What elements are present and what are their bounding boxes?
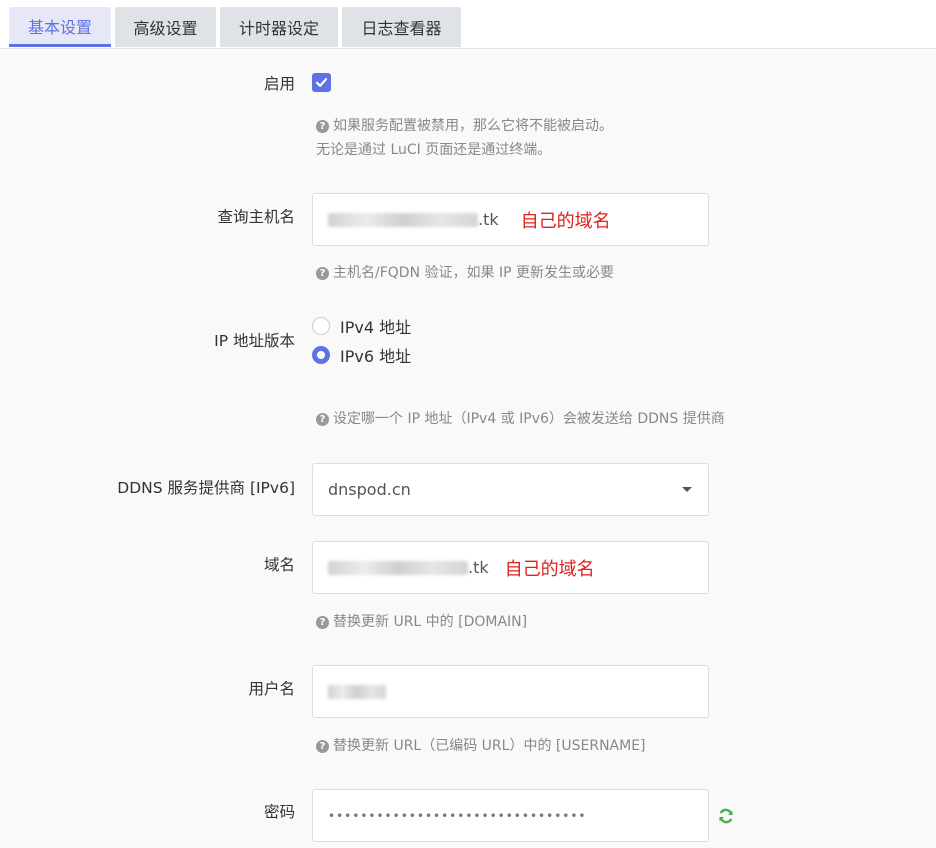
radio-ipv6[interactable]: IPv6 地址	[312, 343, 411, 367]
provider-select[interactable]: dnspod.cn	[312, 463, 709, 516]
enable-help: ? 如果服务配置被禁用，那么它将不能被启动。 无论是通过 LuCI 页面还是通过终…	[316, 114, 613, 162]
checkmark-icon	[315, 78, 328, 87]
username-help-text: 替换更新 URL（已编码 URL）中的 [USERNAME]	[333, 738, 646, 754]
username-help: ? 替换更新 URL（已编码 URL）中的 [USERNAME]	[316, 734, 646, 758]
question-circle-icon: ?	[316, 740, 329, 753]
ip-version-help-text: 设定哪一个 IP 地址（IPv4 或 IPv6）会被发送给 DDNS 提供商	[333, 411, 725, 427]
domain-label: 域名	[263, 556, 295, 574]
password-masked-value: ••••••••••••••••••••••••••••••••	[328, 808, 587, 823]
domain-input[interactable]: .tk 自己的域名	[312, 541, 709, 594]
username-input[interactable]	[312, 665, 709, 718]
domain-annotation: 自己的域名	[504, 558, 595, 580]
domain-help-text: 替换更新 URL 中的 [DOMAIN]	[333, 614, 528, 630]
enable-help-line2: 无论是通过 LuCI 页面还是通过终端。	[316, 142, 552, 158]
tab-basic-settings[interactable]: 基本设置	[9, 7, 111, 47]
lookup-host-value-suffix: .tk	[478, 210, 499, 229]
caret-down-icon	[682, 487, 692, 492]
radio-ipv6-circle[interactable]	[312, 346, 330, 364]
password-input[interactable]: ••••••••••••••••••••••••••••••••	[312, 789, 709, 842]
lookup-host-label: 查询主机名	[217, 208, 295, 226]
tab-timer-settings[interactable]: 计时器设定	[220, 7, 338, 47]
domain-help: ? 替换更新 URL 中的 [DOMAIN]	[316, 610, 527, 634]
enable-checkbox[interactable]	[312, 73, 331, 92]
radio-ipv6-label: IPv6 地址	[340, 347, 412, 366]
radio-ipv4[interactable]: IPv4 地址	[312, 314, 411, 338]
lookup-host-annotation: 自己的域名	[520, 210, 611, 232]
refresh-icon[interactable]	[718, 808, 734, 824]
redacted-text	[328, 212, 478, 227]
question-circle-icon: ?	[316, 616, 329, 629]
enable-label: 启用	[263, 75, 295, 93]
enable-help-line1: 如果服务配置被禁用，那么它将不能被启动。	[333, 118, 613, 134]
tab-bar: 基本设置 高级设置 计时器设定 日志查看器	[0, 0, 936, 49]
radio-ipv4-label: IPv4 地址	[340, 318, 412, 337]
question-circle-icon: ?	[316, 120, 329, 133]
redacted-text	[328, 684, 386, 699]
question-circle-icon: ?	[316, 413, 329, 426]
lookup-host-input[interactable]: .tk 自己的域名	[312, 193, 709, 246]
redacted-text	[328, 560, 468, 575]
username-label: 用户名	[248, 680, 295, 698]
lookup-host-help: ? 主机名/FQDN 验证，如果 IP 更新发生或必要	[316, 261, 614, 285]
domain-value-suffix: .tk	[468, 558, 489, 577]
ip-version-help: ? 设定哪一个 IP 地址（IPv4 或 IPv6）会被发送给 DDNS 提供商	[316, 407, 725, 431]
password-label: 密码	[263, 803, 295, 821]
lookup-host-help-text: 主机名/FQDN 验证，如果 IP 更新发生或必要	[333, 265, 614, 281]
tab-log-viewer[interactable]: 日志查看器	[342, 7, 461, 47]
radio-ipv4-circle[interactable]	[312, 317, 330, 335]
provider-selected-value: dnspod.cn	[328, 480, 411, 499]
tab-advanced-settings[interactable]: 高级设置	[115, 7, 216, 47]
ip-version-label: IP 地址版本	[214, 332, 295, 350]
question-circle-icon: ?	[316, 267, 329, 280]
provider-label: DDNS 服务提供商 [IPv6]	[117, 479, 295, 497]
